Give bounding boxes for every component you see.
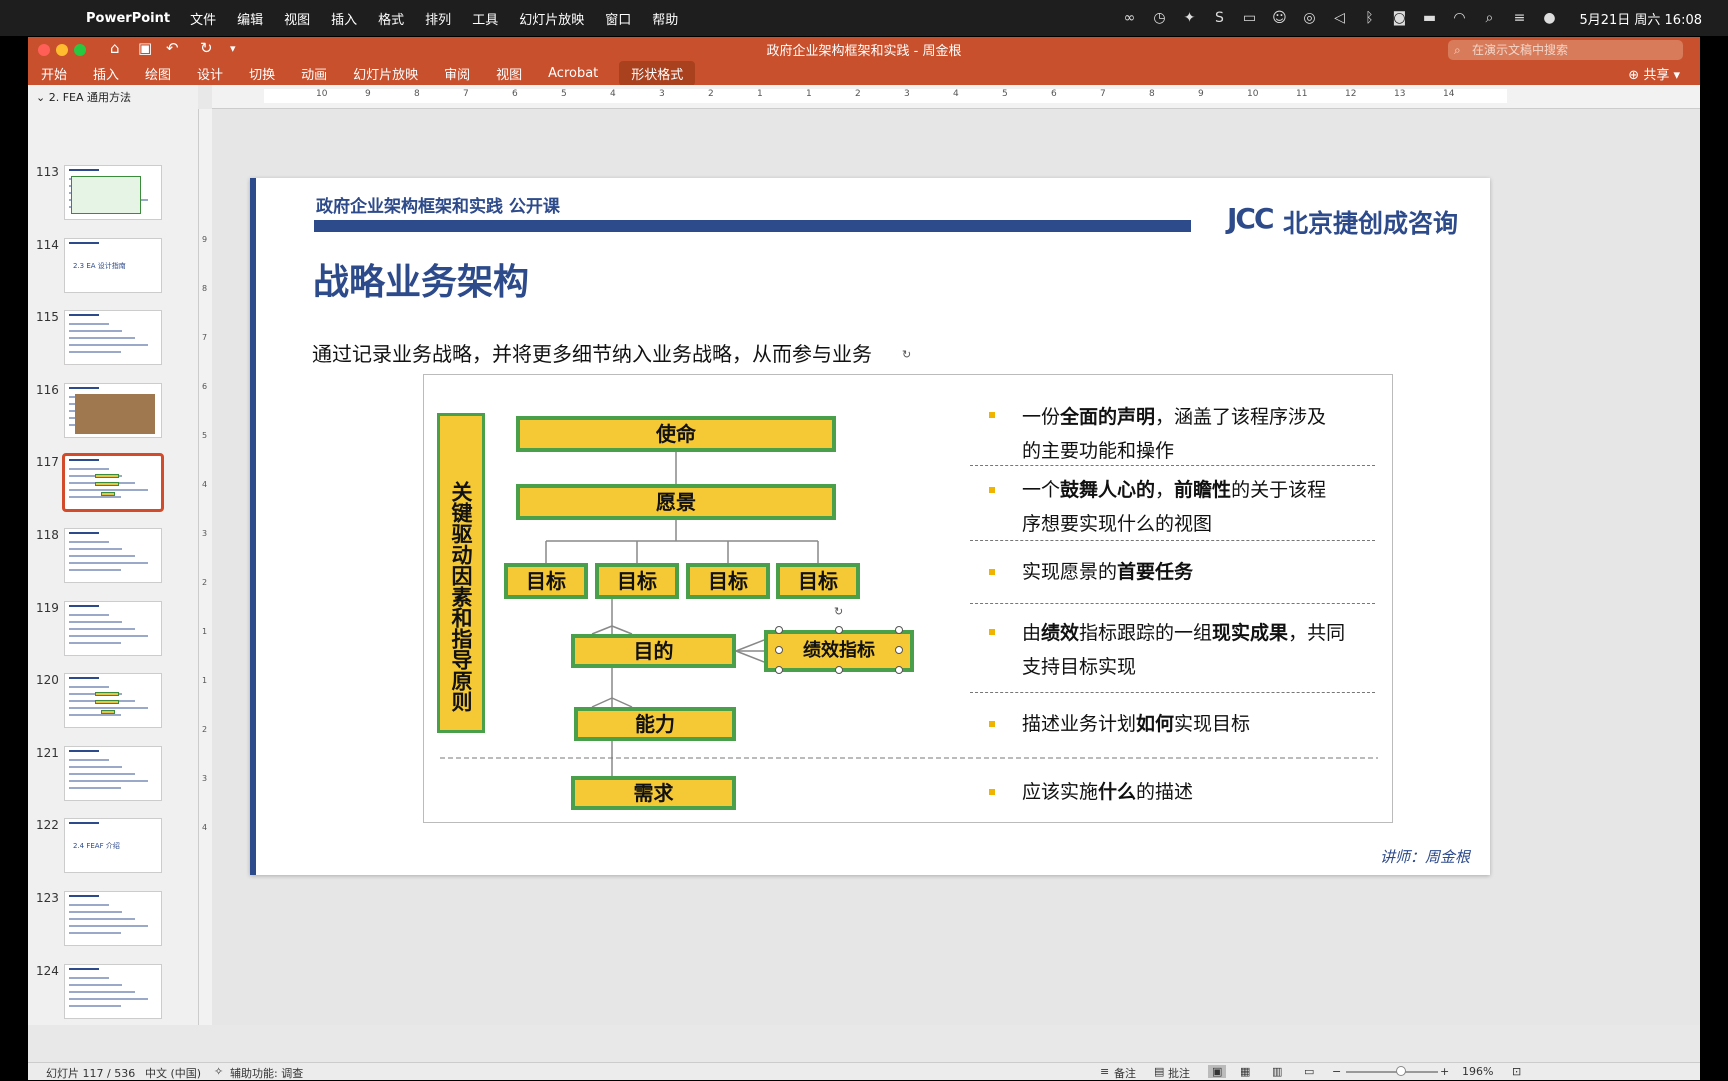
resize-handle[interactable]	[775, 626, 783, 634]
resize-handle[interactable]	[775, 646, 783, 654]
rotate-icon[interactable]: ↻	[902, 348, 911, 361]
rotate-icon[interactable]: ↻	[834, 605, 843, 618]
bullet-2	[989, 487, 995, 493]
box-objective[interactable]: 目的	[571, 634, 736, 668]
box-goal-2[interactable]: 目标	[595, 563, 679, 599]
desc-objective[interactable]: 由绩效指标跟踪的一组现实成果，共同 支持目标实现	[1022, 616, 1345, 684]
resize-handle[interactable]	[895, 666, 903, 674]
bullet-4	[989, 629, 995, 635]
resize-handle[interactable]	[775, 666, 783, 674]
desc-mission[interactable]: 一份全面的声明，涵盖了该程序涉及 的主要功能和操作	[1022, 400, 1326, 468]
box-goal-4[interactable]: 目标	[776, 563, 860, 599]
left-vertical-label[interactable]: 关键驱动因素和指导原则	[437, 413, 485, 733]
divider	[970, 465, 1375, 466]
box-mission[interactable]: 使命	[516, 416, 836, 452]
bullet-5	[989, 721, 995, 727]
desc-requirement[interactable]: 应该实施什么的描述	[1022, 775, 1193, 809]
box-capability[interactable]: 能力	[574, 707, 736, 741]
desc-goal[interactable]: 实现愿景的首要任务	[1022, 555, 1193, 589]
desc-capability[interactable]: 描述业务计划如何实现目标	[1022, 707, 1250, 741]
resize-handle[interactable]	[835, 666, 843, 674]
resize-handle[interactable]	[895, 646, 903, 654]
desc-vision[interactable]: 一个鼓舞人心的，前瞻性的关于该程 序想要实现什么的视图	[1022, 473, 1326, 541]
box-goal-1[interactable]: 目标	[504, 563, 588, 599]
bullet-1	[989, 412, 995, 418]
box-goal-3[interactable]: 目标	[686, 563, 770, 599]
divider	[970, 603, 1375, 604]
box-vision[interactable]: 愿景	[516, 484, 836, 520]
divider	[970, 692, 1375, 693]
resize-handle[interactable]	[895, 626, 903, 634]
box-requirement[interactable]: 需求	[571, 776, 736, 810]
bullet-6	[989, 789, 995, 795]
divider	[970, 540, 1375, 541]
diagram-connectors	[440, 452, 1378, 776]
resize-handle[interactable]	[835, 626, 843, 634]
bullet-3	[989, 569, 995, 575]
